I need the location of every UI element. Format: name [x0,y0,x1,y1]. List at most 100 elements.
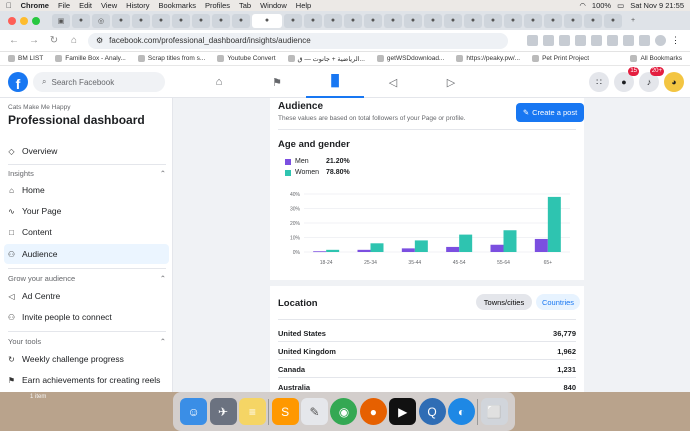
sidebar-item-audience[interactable]: ⚇ Audience [4,244,169,264]
launchpad-icon[interactable]: ✈ [209,398,237,425]
sidebar-section-tools[interactable]: Your tools ⌃ [8,337,166,346]
bar-women-18-24[interactable] [326,249,340,252]
bar-women-55-64[interactable] [503,230,517,252]
extension-icon[interactable] [527,35,538,46]
browser-tab[interactable]: ● [484,13,502,28]
finder-icon[interactable]: ☺ [180,398,208,425]
browser-tab[interactable]: ● [152,13,170,28]
sidebar-item-weekly-challenge[interactable]: ↻ Weekly challenge progress [4,349,169,369]
wifi-icon[interactable]: ◠ [579,1,586,10]
browser-tab[interactable]: ● [344,13,362,28]
sidebar-item-home[interactable]: ⌂ Home [4,180,169,200]
url-bar[interactable]: ⚙ facebook.com/professional_dashboard/in… [88,32,508,49]
browser-tab[interactable]: ● [232,13,250,28]
bar-men-65+[interactable] [534,238,548,252]
bookmark-item[interactable]: BM LIST [8,55,43,62]
profile-avatar[interactable]: ◕ [664,72,684,92]
browser-tab[interactable]: ● [444,13,462,28]
extension-icon[interactable] [607,35,618,46]
browser-tab[interactable]: ● [384,13,402,28]
nav-megaphone-icon[interactable]: ◁ [364,66,422,98]
facebook-logo[interactable]: f [8,72,28,92]
all-bookmarks[interactable]: All Bookmarks [630,55,682,62]
browser-tab[interactable]: ● [404,13,422,28]
bar-men-45-54[interactable] [446,246,460,252]
menu-view[interactable]: View [101,1,117,10]
browser-tab[interactable]: ● [524,13,542,28]
menu-help[interactable]: Help [296,1,311,10]
bookmark-item[interactable]: getWSDdownload... [376,55,444,62]
notes-icon[interactable]: ≡ [238,398,266,425]
browser-tab[interactable]: ● [544,13,562,28]
browser-tab[interactable]: ● [604,13,622,28]
browser-tab[interactable]: ◎ [92,13,110,28]
chrome-icon[interactable]: ◉ [330,398,358,425]
browser-tab[interactable]: ● [72,13,90,28]
browser-tab-active[interactable]: ● [252,13,282,28]
sidebar-item-overview[interactable]: ◇ Overview [4,141,169,161]
app-icon[interactable]: ◐ [447,398,475,425]
bookmark-item[interactable]: https://peaky.pw/... [456,55,520,62]
chevron-up-icon[interactable]: ⌃ [160,169,166,178]
sidebar-item-ad-centre[interactable]: ◁ Ad Centre [4,286,169,306]
close-window-button[interactable] [8,17,16,25]
tab-countries[interactable]: Countries [536,294,580,310]
browser-tab[interactable]: ● [564,13,582,28]
extension-icon[interactable] [559,35,570,46]
browser-tab[interactable]: ● [192,13,210,28]
browser-tab[interactable]: ● [212,13,230,28]
reload-icon[interactable]: ↻ [48,35,60,46]
browser-tab[interactable]: ▣ [52,13,70,28]
menu-profiles[interactable]: Profiles [205,1,230,10]
browser-tab[interactable]: ● [424,13,442,28]
bar-women-65+[interactable] [547,196,561,252]
menu-app-name[interactable]: Chrome [21,1,49,10]
bookmark-item[interactable]: Scrap titles from s... [137,55,205,62]
minimize-window-button[interactable] [20,17,28,25]
bookmark-item[interactable]: Famille Box - Analy... [55,55,126,62]
profile-avatar[interactable] [655,35,666,46]
chevron-up-icon[interactable]: ⌃ [160,337,166,346]
nav-video-icon[interactable]: ▷ [422,66,480,98]
new-tab-button[interactable]: + [624,14,642,28]
extension-icon[interactable] [575,35,586,46]
kebab-menu-icon[interactable]: ⋮ [671,35,682,46]
sublime-text-icon[interactable]: S [271,398,299,425]
bar-women-45-54[interactable] [459,234,473,252]
sidebar-item-achievements[interactable]: ⚑ Earn achievements for creating reels [4,370,169,390]
sidebar-item-invite[interactable]: ⚇ Invite people to connect [4,307,169,327]
bar-women-35-44[interactable] [414,240,428,252]
quicktime-icon[interactable]: Q [418,398,446,425]
browser-tab[interactable]: ● [284,13,302,28]
browser-tab[interactable]: ● [172,13,190,28]
messenger-icon[interactable]: ● 15 [614,67,639,92]
browser-tab[interactable]: ● [504,13,522,28]
extension-icon[interactable] [591,35,602,46]
browser-tab[interactable]: ● [324,13,342,28]
extension-icon[interactable] [639,35,650,46]
browser-tab[interactable]: ● [584,13,602,28]
apple-icon[interactable]:  [6,1,12,10]
firefox-icon[interactable]: ● [359,398,387,425]
chevron-up-icon[interactable]: ⌃ [160,274,166,283]
bookmark-item[interactable]: Pet Print Project [532,55,589,62]
bar-men-18-24[interactable] [313,251,327,253]
notifications-bell-icon[interactable]: ♪ 20+ [639,67,664,92]
extension-icon[interactable] [543,35,554,46]
sidebar-section-grow[interactable]: Grow your audience ⌃ [8,274,166,283]
menu-tab[interactable]: Tab [239,1,251,10]
home-icon[interactable]: ⌂ [68,35,80,46]
menu-edit[interactable]: Edit [79,1,92,10]
sidebar-item-content[interactable]: □ Content [4,222,169,242]
bookmark-item[interactable]: Youtube Convert [217,55,276,62]
browser-tab[interactable]: ● [132,13,150,28]
bar-men-35-44[interactable] [401,248,415,252]
trash-icon[interactable]: ⬜ [480,398,508,425]
bar-women-25-34[interactable] [370,243,384,252]
bookmark-item[interactable]: الرياضية + جانوت — ق... [287,55,365,63]
browser-tab[interactable]: ● [304,13,322,28]
forward-arrow-icon[interactable]: → [28,35,40,46]
battery-level[interactable]: 100% [592,1,611,10]
nav-insights-icon[interactable]: ▐▌ [306,66,364,98]
screenflow-icon[interactable]: ▶ [389,398,417,425]
